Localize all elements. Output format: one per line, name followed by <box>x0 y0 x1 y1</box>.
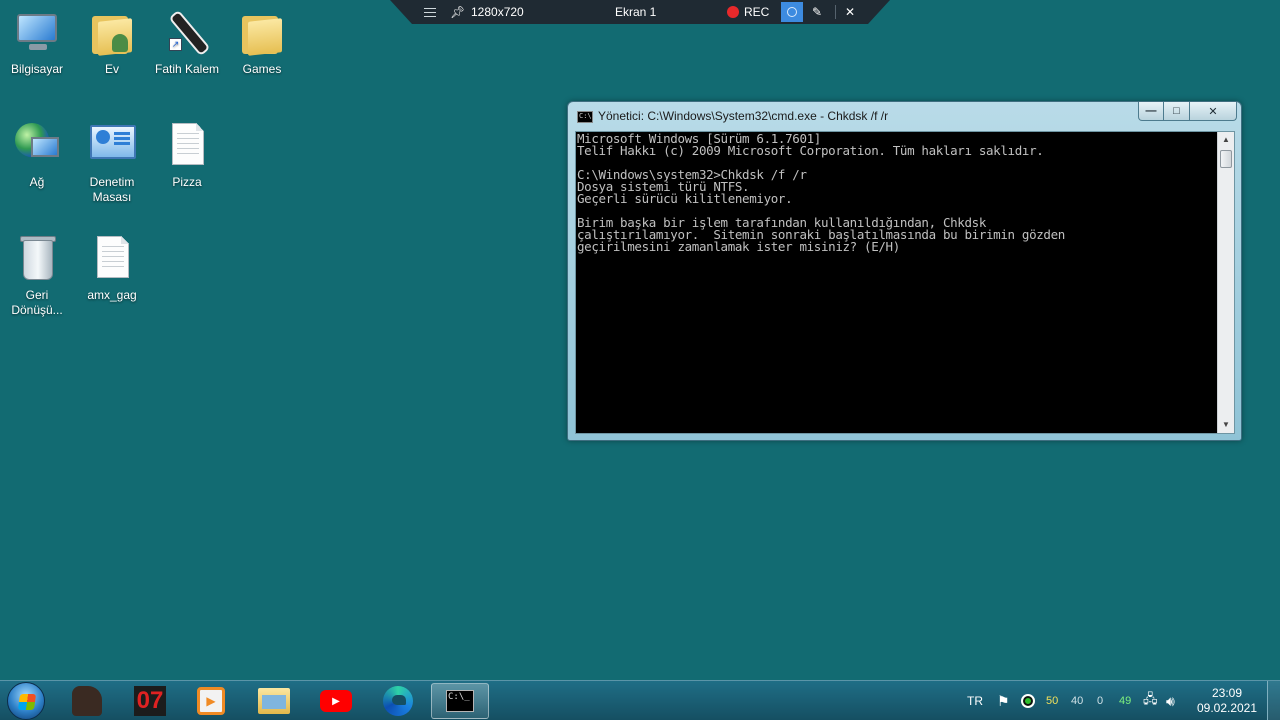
network-icon <box>13 121 61 169</box>
cmd-icon: C:\_ <box>446 690 474 712</box>
scroll-down-icon[interactable]: ▼ <box>1218 417 1234 433</box>
desktop-icon-amx-gag[interactable]: amx_gag <box>75 234 149 303</box>
desktop-icon-ev[interactable]: Ev <box>75 8 149 77</box>
desktop-icon-games[interactable]: Games <box>225 8 299 77</box>
console-line: Geçerli sürücü kilitlenemiyor. <box>577 191 793 206</box>
desktop-icon-label: Pizza <box>172 175 202 189</box>
explorer-icon <box>258 688 290 714</box>
desktop-icon-label: Ev <box>104 62 119 76</box>
pen-shortcut-icon: ↗ <box>163 8 211 57</box>
console-area[interactable]: Microsoft Windows [Sürüm 6.1.7601] Telif … <box>575 131 1235 434</box>
tray-value-4: 49 <box>1119 695 1132 707</box>
desktop-icon-ag[interactable]: Ağ <box>0 121 74 190</box>
start-button[interactable] <box>7 682 45 720</box>
console-line: geçirilmesini zamanlamak ister misiniz? … <box>577 239 900 254</box>
cmd-window[interactable]: C:\ Yönetici: C:\Windows\System32\cmd.ex… <box>567 101 1242 441</box>
text-file-icon <box>163 121 211 169</box>
taskbar-app-media[interactable]: ▶ <box>182 683 240 719</box>
minimize-button[interactable]: — <box>1138 102 1164 121</box>
recycle-bin-icon <box>13 234 61 282</box>
desktop-icon-denetim-masasi[interactable]: Denetim Masası <box>75 121 149 205</box>
window-titlebar[interactable]: C:\ Yönetici: C:\Windows\System32\cmd.ex… <box>568 102 1241 130</box>
pin-icon[interactable]: 📌︎ <box>450 0 465 24</box>
youtube-icon: ▶ <box>320 690 352 712</box>
camera-button[interactable] <box>781 2 803 22</box>
media-player-icon: ▶ <box>197 687 225 715</box>
taskbar: 07 ▶ ▶ C:\_ TR ⚑ 50 40 0 49 🖧︎ 🔊︎ 23:09 … <box>0 680 1280 720</box>
control-panel-icon <box>88 121 136 169</box>
taskbar-app-horse[interactable] <box>58 683 116 719</box>
record-dot-icon[interactable] <box>727 0 739 24</box>
pen-icon[interactable]: ✎ <box>812 0 822 24</box>
windows-logo-icon <box>17 694 37 710</box>
scrollbar-thumb[interactable] <box>1220 150 1232 168</box>
vertical-scrollbar[interactable]: ▲ ▼ <box>1217 132 1234 433</box>
edge-icon <box>383 686 413 716</box>
scroll-up-icon[interactable]: ▲ <box>1218 132 1234 148</box>
tray-value-1: 50 <box>1046 695 1059 707</box>
clock-time: 23:09 <box>1211 686 1243 700</box>
taskbar-app-edge[interactable] <box>369 683 427 719</box>
tray-value-3: 0 <box>1097 695 1104 707</box>
cmd-app-icon[interactable]: C:\ <box>577 111 593 123</box>
status-ring-icon[interactable] <box>1021 681 1035 720</box>
seven-icon: 07 <box>134 686 166 716</box>
show-desktop-button[interactable] <box>1267 681 1280 720</box>
console-output: Microsoft Windows [Sürüm 6.1.7601] Telif … <box>577 133 1216 433</box>
computer-icon <box>13 8 61 56</box>
desktop-icon-pizza[interactable]: Pizza <box>150 121 224 190</box>
language-indicator[interactable]: TR <box>967 681 983 720</box>
tray-value-2: 40 <box>1071 695 1084 707</box>
taskbar-app-explorer[interactable] <box>245 683 303 719</box>
record-button[interactable]: REC <box>744 0 769 24</box>
desktop-icon-label: Fatih Kalem <box>154 62 220 76</box>
taskbar-app-07[interactable]: 07 <box>121 683 179 719</box>
taskbar-app-cmd[interactable]: C:\_ <box>431 683 489 719</box>
desktop-icon-fatih-kalem[interactable]: ↗ Fatih Kalem <box>150 8 224 77</box>
desktop-icon-label: amx_gag <box>87 288 137 302</box>
desktop-icon-label: Denetim Masası <box>89 175 135 204</box>
menu-icon[interactable] <box>424 0 438 24</box>
desktop-icon-label: Games <box>242 62 282 76</box>
desktop-icon-label: Geri Dönüşü... <box>11 288 63 317</box>
desktop-icon-label: Ağ <box>29 175 45 189</box>
desktop-icon-bilgisayar[interactable]: Bilgisayar <box>0 8 74 77</box>
maximize-button[interactable]: □ <box>1164 102 1190 121</box>
clock[interactable]: 23:09 09.02.2021 <box>1196 681 1258 720</box>
recorder-toolbar: 📌︎ 1280x720 Ekran 1 REC ✎ ✕ <box>390 0 890 24</box>
close-button[interactable]: ✕ <box>1190 102 1237 121</box>
screen-label: Ekran 1 <box>615 5 657 19</box>
action-center-flag-icon[interactable]: ⚑ <box>997 681 1010 720</box>
desktop-icon-geri-donusum[interactable]: Geri Dönüşü... <box>0 234 74 318</box>
close-icon[interactable]: ✕ <box>845 0 855 24</box>
resolution-label: 1280x720 <box>471 5 524 19</box>
clock-date: 09.02.2021 <box>1196 701 1258 715</box>
desktop-icon-label: Bilgisayar <box>10 62 64 76</box>
console-line: Telif Hakkı (c) 2009 Microsoft Corporati… <box>577 143 1044 158</box>
network-tray-icon[interactable]: 🖧︎ <box>1143 681 1158 720</box>
user-folder-icon <box>88 8 136 56</box>
text-file-icon <box>88 234 136 282</box>
horse-game-icon <box>72 686 102 716</box>
taskbar-app-youtube[interactable]: ▶ <box>307 683 365 719</box>
divider <box>835 5 836 19</box>
folder-icon <box>238 8 286 56</box>
window-title: Yönetici: C:\Windows\System32\cmd.exe - … <box>598 109 889 123</box>
volume-icon[interactable]: 🔊︎ <box>1166 681 1175 720</box>
